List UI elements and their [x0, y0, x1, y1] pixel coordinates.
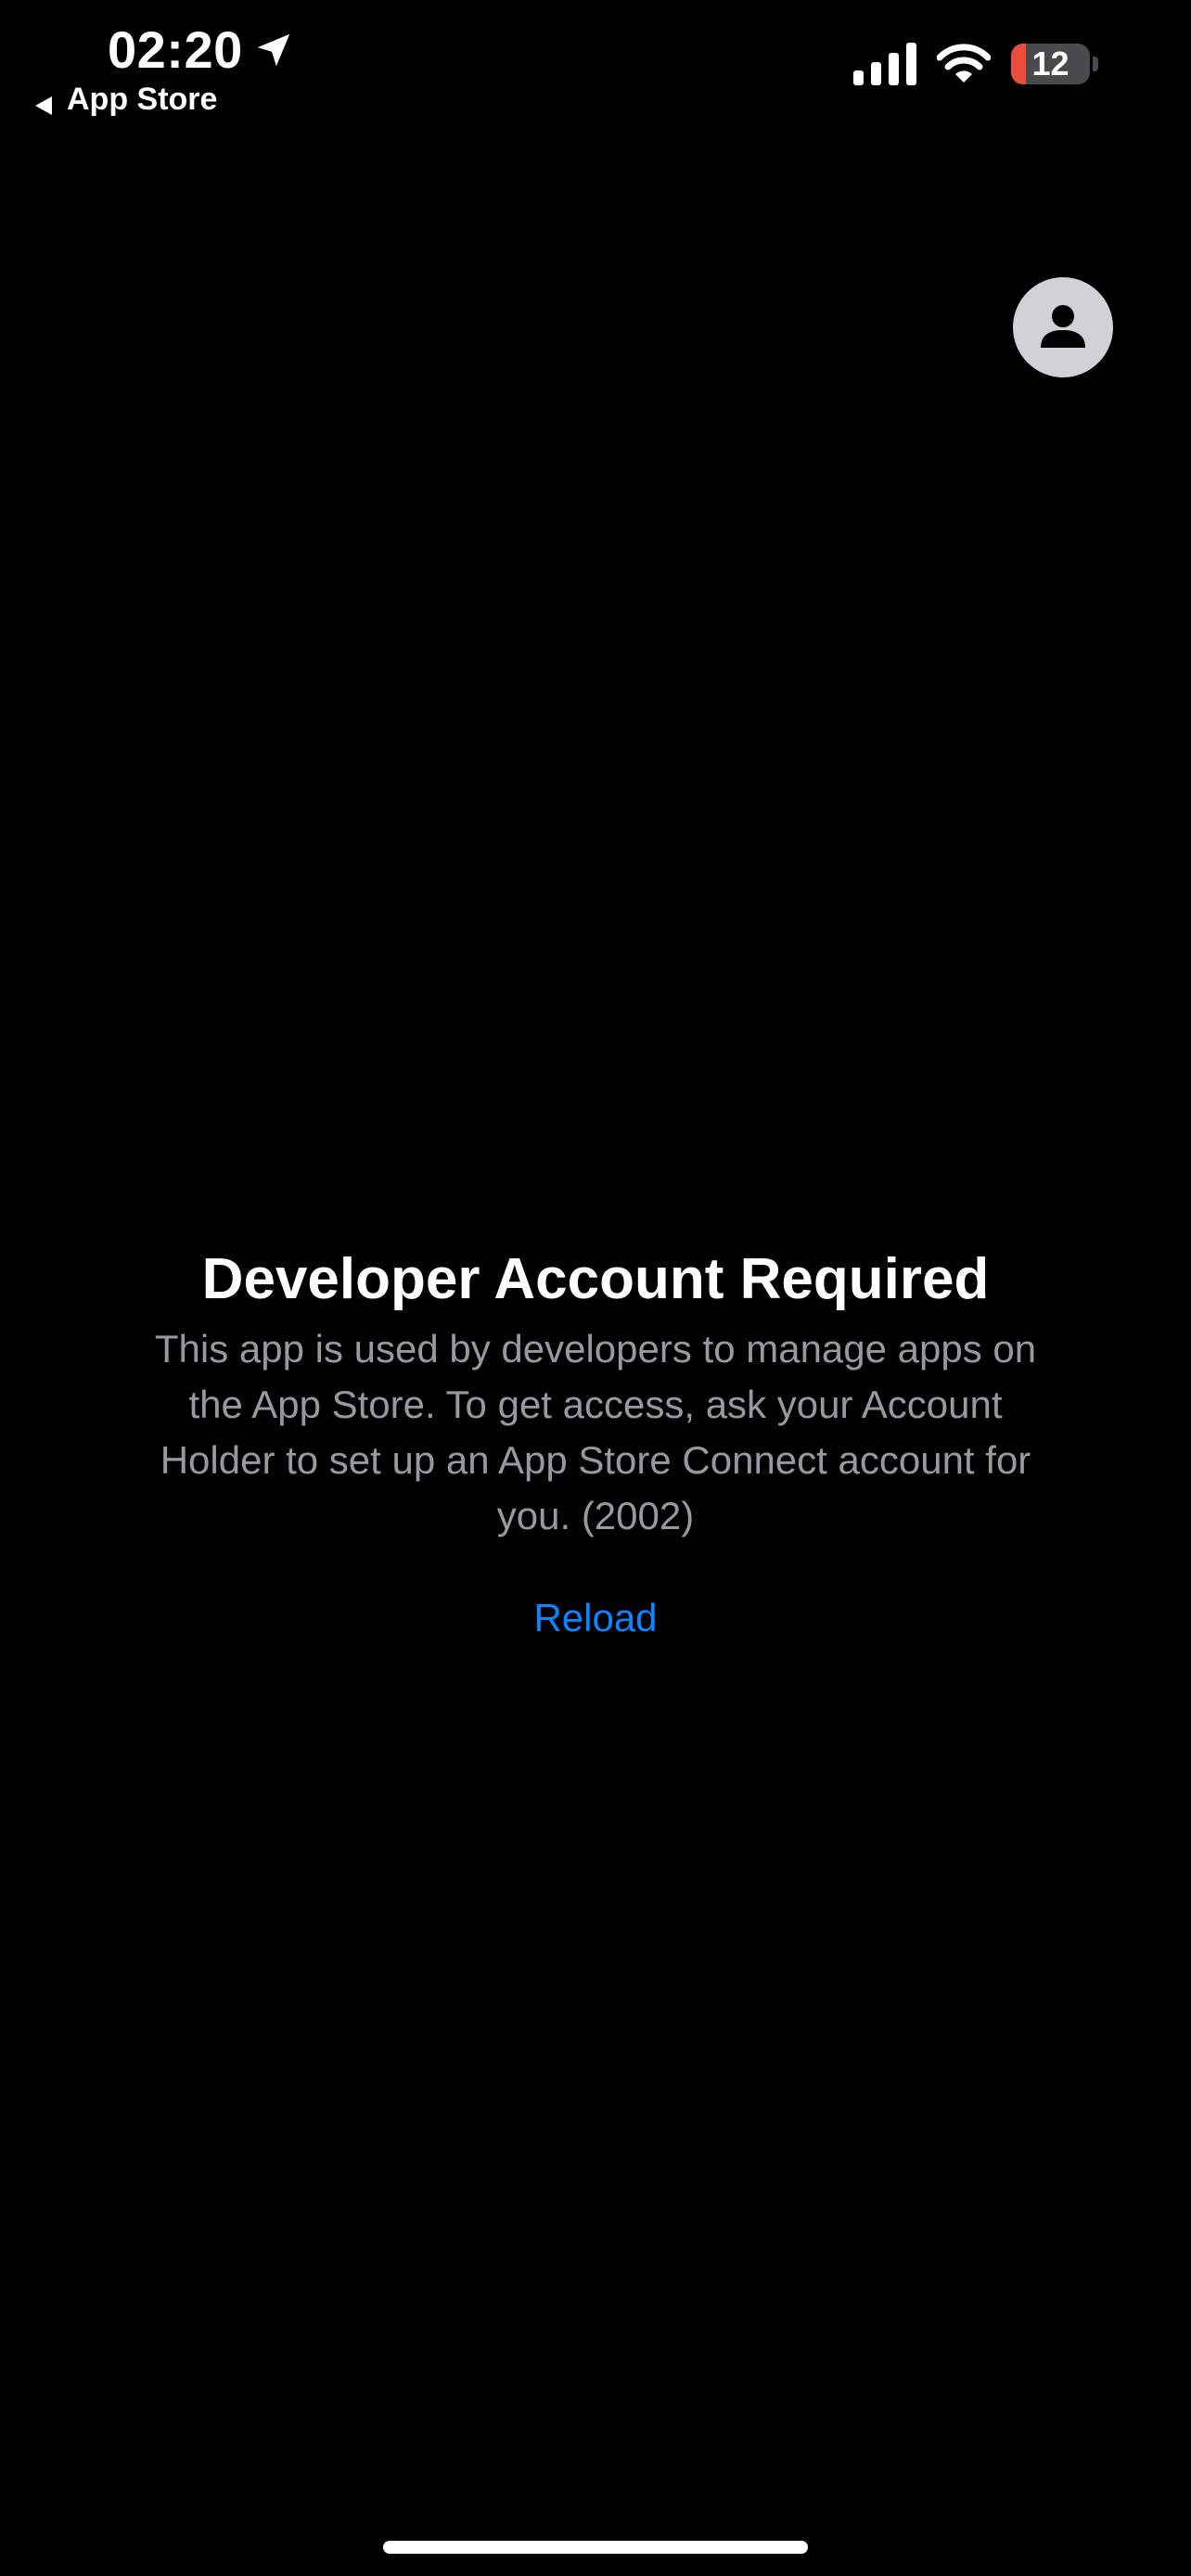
battery-body: 12	[1011, 44, 1091, 84]
battery-icon: 12	[1011, 43, 1098, 85]
status-indicators: 12	[853, 43, 1098, 85]
battery-cap	[1093, 57, 1098, 71]
cellular-signal-icon	[853, 43, 916, 85]
location-arrow-icon	[252, 29, 295, 71]
back-triangle-icon	[33, 89, 54, 115]
battery-percentage: 12	[1031, 45, 1069, 83]
home-indicator[interactable]	[383, 2541, 808, 2554]
status-bar: 02:20 App Store 12	[0, 0, 1191, 130]
account-button[interactable]	[1013, 277, 1113, 377]
wifi-icon	[936, 44, 992, 84]
status-time: 02:20	[108, 20, 243, 79]
back-label: App Store	[67, 82, 218, 117]
reload-button[interactable]: Reload	[533, 1590, 657, 1646]
error-message: Developer Account Required This app is u…	[0, 1238, 1191, 1646]
back-to-app-store-button[interactable]: App Store	[33, 82, 217, 118]
error-description: This app is used by developers to manage…	[154, 1327, 1037, 1537]
clock-group: 02:20	[108, 17, 295, 83]
error-title: Developer Account Required	[201, 1247, 990, 1311]
person-icon	[1041, 305, 1085, 348]
